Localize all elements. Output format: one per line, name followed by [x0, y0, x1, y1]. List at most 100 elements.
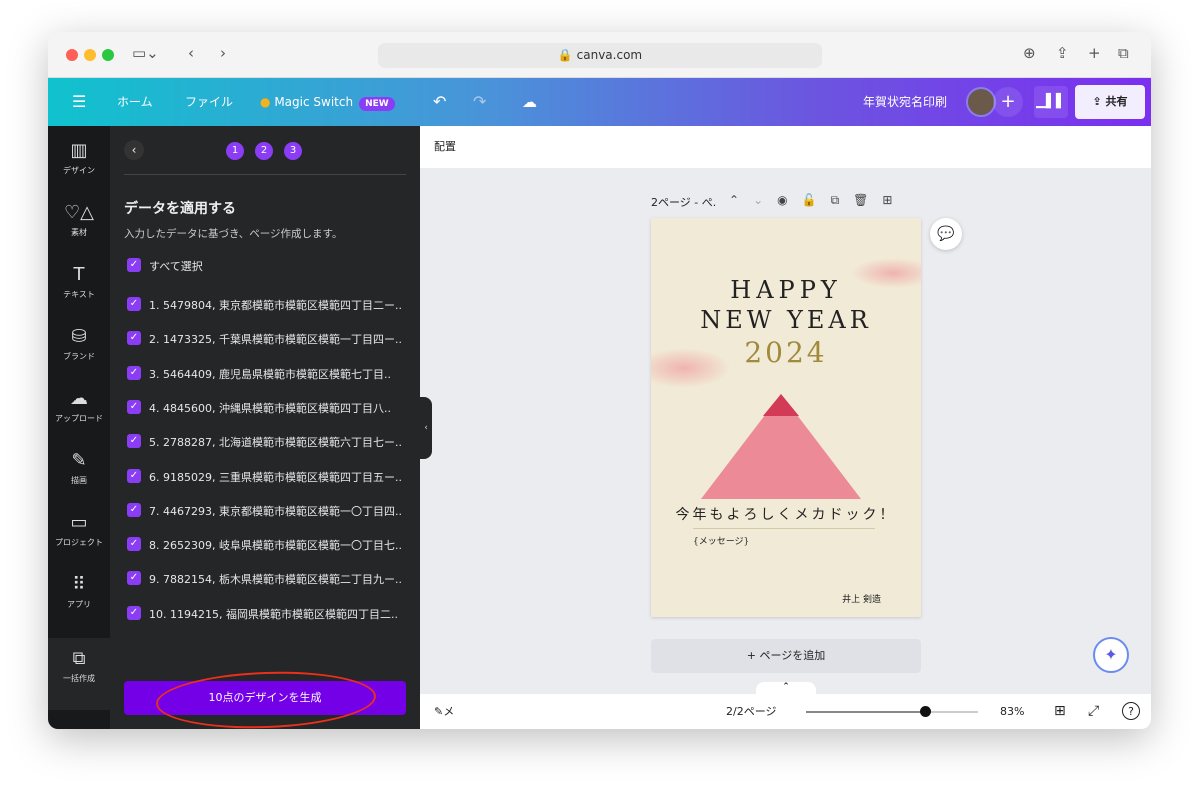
- rail-icon: ▥: [70, 140, 88, 161]
- zoom-window-button[interactable]: [102, 49, 114, 61]
- rail-item-6[interactable]: ▭ プロジェクト: [48, 512, 110, 548]
- check-icon: ✓: [127, 365, 141, 380]
- rail-item-1[interactable]: ♡△ 素材: [48, 202, 110, 238]
- help-icon[interactable]: ?: [1122, 702, 1140, 720]
- tabs-overview-icon[interactable]: ⧉: [1118, 44, 1129, 62]
- step-1[interactable]: 1: [226, 142, 244, 160]
- rail-icon: ♡△: [64, 202, 94, 223]
- sidebar-toggle-icon[interactable]: ▭⌄: [132, 44, 159, 62]
- url-text: canva.com: [576, 48, 643, 62]
- card-new-year: NEW YEAR: [700, 306, 872, 334]
- upload-icon: ⇪: [1092, 95, 1102, 108]
- rail-item-7[interactable]: ⠿ アプリ: [48, 574, 110, 610]
- rail-item-0[interactable]: ▥ デザイン: [48, 140, 110, 176]
- collapse-panel-handle[interactable]: ‹: [420, 397, 432, 459]
- rail-item-5[interactable]: ✎ 描画: [48, 450, 110, 486]
- move-up-icon[interactable]: ⌃: [729, 193, 753, 207]
- card-happy: HAPPY: [730, 276, 842, 304]
- home-link[interactable]: ホーム: [117, 78, 153, 126]
- download-icon[interactable]: ⊕: [1023, 44, 1036, 62]
- data-row-label: 9. 7882154, 栃木県模範市模範区模範二丁目九ー..: [149, 573, 402, 587]
- menu-icon[interactable]: ☰: [72, 78, 86, 126]
- select-all-checkbox[interactable]: ✓ すべて選択: [127, 258, 407, 274]
- add-page-button[interactable]: + ページを追加: [651, 639, 921, 673]
- zoom-slider[interactable]: [806, 706, 978, 717]
- duplicate-icon[interactable]: ⧉: [831, 193, 854, 207]
- notes-button[interactable]: ✎ メモ: [434, 694, 454, 729]
- card-message: {メッセージ}: [693, 537, 750, 547]
- check-icon: ✓: [127, 468, 141, 483]
- data-row-checkbox[interactable]: ✓ 1. 5479804, 東京都模範市模範区模範四丁目二ー..: [127, 297, 407, 313]
- zoom-level[interactable]: 83%: [1000, 694, 1024, 729]
- rail-label: 一括作成: [63, 674, 95, 683]
- address-bar[interactable]: 🔒 canva.com: [378, 43, 822, 68]
- share-browser-icon[interactable]: ⇪: [1056, 44, 1069, 62]
- magic-switch-button[interactable]: ● Magic Switch NEW: [260, 78, 395, 128]
- panel-title: データを適用する: [124, 201, 236, 217]
- cloud-saved-icon[interactable]: ☁: [522, 78, 537, 126]
- generate-designs-button[interactable]: 10点のデザインを生成: [124, 681, 406, 715]
- share-button[interactable]: ⇪ 共有: [1075, 85, 1145, 119]
- step-3[interactable]: 3: [284, 142, 302, 160]
- add-collaborator-button[interactable]: +: [993, 87, 1023, 117]
- divider: [124, 174, 406, 175]
- data-row-checkbox[interactable]: ✓ 2. 1473325, 千葉県模範市模範区模範一丁目四ー..: [127, 331, 407, 347]
- fullscreen-icon[interactable]: ⤢: [1088, 694, 1099, 729]
- avatar[interactable]: [966, 87, 996, 117]
- hide-icon[interactable]: ◉: [777, 193, 801, 207]
- rail-item-2[interactable]: T テキスト: [48, 264, 110, 300]
- page-title[interactable]: 2ページ - ぺ.: [651, 196, 716, 209]
- trash-icon[interactable]: 🗑: [853, 193, 882, 207]
- check-icon: ✓: [127, 297, 141, 311]
- data-row-checkbox[interactable]: ✓ 10. 1194215, 福岡県模範市模範区模範四丁目二..: [127, 605, 407, 622]
- rail-icon: ⧉: [72, 648, 86, 669]
- move-down-icon[interactable]: ⌄: [753, 193, 777, 207]
- new-tab-icon[interactable]: +: [1088, 44, 1101, 62]
- rail-item-4[interactable]: ☁ アップロード: [48, 388, 110, 424]
- data-row-label: 10. 1194215, 福岡県模範市模範区模範四丁目二..: [149, 607, 398, 621]
- comment-icon[interactable]: 💬: [930, 218, 962, 250]
- data-row-checkbox[interactable]: ✓ 6. 9185029, 三重県模範市模範区模範四丁目五ー..: [127, 468, 407, 485]
- crown-icon: ●: [260, 95, 271, 109]
- new-badge: NEW: [359, 97, 395, 111]
- lock-icon[interactable]: 🔓: [802, 193, 831, 207]
- page-count[interactable]: 2/2ページ: [726, 694, 776, 729]
- data-row-label: 8. 2652309, 岐阜県模範市模範区模範一〇丁目七..: [149, 539, 402, 553]
- rail-icon: T: [73, 264, 85, 285]
- data-row-label: 5. 2788287, 北海道模範市模範区模範六丁目七ー..: [149, 436, 402, 450]
- side-rail: ▥ デザイン ♡△ 素材 T テキスト ⛁ ブランド ☁ アップロード ✎ 描画 ▭ プロジェクト ⠿ アプリ…: [48, 126, 110, 729]
- data-row-checkbox[interactable]: ✓ 9. 7882154, 栃木県模範市模範区模範二丁目九ー..: [127, 571, 407, 587]
- minimize-window-button[interactable]: [84, 49, 96, 61]
- file-menu[interactable]: ファイル: [185, 78, 233, 126]
- share-label: 共有: [1105, 95, 1128, 108]
- redo-icon[interactable]: ↷: [473, 78, 486, 126]
- back-button[interactable]: ‹: [124, 140, 144, 160]
- rail-item-8[interactable]: ⧉ 一括作成: [48, 638, 110, 710]
- undo-icon[interactable]: ↶: [433, 78, 446, 126]
- data-row-checkbox[interactable]: ✓ 8. 2652309, 岐阜県模範市模範区模範一〇丁目七..: [127, 537, 407, 553]
- step-2[interactable]: 2: [255, 142, 273, 160]
- arrange-button[interactable]: 配置: [434, 140, 456, 153]
- data-row-checkbox[interactable]: ✓ 5. 2788287, 北海道模範市模範区模範六丁目七ー..: [127, 434, 407, 450]
- rail-label: デザイン: [63, 166, 95, 175]
- analytics-icon[interactable]: ▁▌▌: [1034, 86, 1068, 118]
- check-icon: ✓: [127, 605, 141, 620]
- grid-view-icon[interactable]: ⊞: [1054, 694, 1066, 729]
- rail-icon: ▭: [70, 512, 88, 533]
- forward-icon[interactable]: ›: [220, 44, 226, 62]
- zoom-slider-handle[interactable]: [919, 706, 931, 717]
- add-page-icon[interactable]: ⊞: [882, 193, 906, 207]
- data-row-label: 1. 5479804, 東京都模範市模範区模範四丁目二ー..: [149, 299, 402, 312]
- check-icon: ✓: [127, 331, 141, 346]
- rail-icon: ⠿: [72, 574, 86, 595]
- document-title[interactable]: 年賀状宛名印刷: [863, 78, 947, 126]
- page-controls: 2ページ - ぺ. ⌃⌄◉🔓⧉🗑⊞: [651, 193, 892, 210]
- close-window-button[interactable]: [66, 49, 78, 61]
- rail-item-3[interactable]: ⛁ ブランド: [48, 326, 110, 362]
- data-row-checkbox[interactable]: ✓ 4. 4845600, 沖縄県模範市模範区模範四丁目八..: [127, 399, 407, 416]
- data-row-checkbox[interactable]: ✓ 7. 4467293, 東京都模範市模範区模範一〇丁目四..: [127, 502, 407, 519]
- magic-assistant-icon[interactable]: ✦: [1093, 637, 1129, 673]
- design-page[interactable]: HAPPY NEW YEAR 2024 今年もよろしくメカドック！ {メッセージ…: [651, 218, 921, 617]
- back-icon[interactable]: ‹: [188, 44, 194, 62]
- data-row-checkbox[interactable]: ✓ 3. 5464409, 鹿児島県模範市模範区模範七丁目..: [127, 365, 407, 382]
